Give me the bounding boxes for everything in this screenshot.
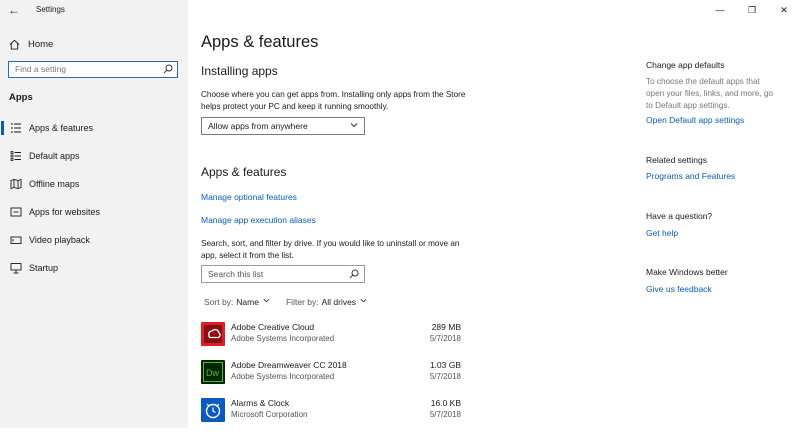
minimize-button[interactable]: — [704,0,736,20]
app-name: Adobe Dreamweaver CC 2018 [231,360,347,370]
app-name: Adobe Creative Cloud [231,322,315,332]
app-list-search-input[interactable] [202,266,348,282]
app-size: 289 MB [431,322,461,332]
sidebar-item-label: Offline maps [29,179,80,189]
apps-features-icon [11,123,21,133]
sidebar-item-startup[interactable]: Startup [0,254,188,282]
app-name: Alarms & Clock [231,398,290,408]
close-button[interactable]: ✕ [768,0,800,20]
chevron-down-icon [350,121,358,131]
sort-by-value: Name [236,297,259,307]
list-item[interactable]: Dw Adobe Dreamweaver CC 2018 Adobe Syste… [201,360,461,398]
adobe-creative-cloud-icon [201,322,225,346]
have-a-question-heading: Have a question? [646,211,713,221]
nav-home-label: Home [28,38,54,50]
filter-by-key: Filter by: [285,297,319,307]
sidebar-item-label: Video playback [29,235,90,245]
nav-home[interactable]: Home [9,36,53,52]
sidebar-nav: Apps & features Default apps Offline map… [0,114,188,282]
window-controls: — ❐ ✕ [704,0,800,20]
title-bar: ← Settings [0,0,188,22]
app-date: 5/7/2018 [429,372,461,381]
programs-and-features-link[interactable]: Programs and Features [646,171,735,181]
related-settings-heading: Related settings [646,155,707,165]
dropdown-value: Allow apps from anywhere [208,121,308,131]
video-playback-icon [10,236,22,244]
default-apps-icon [10,151,21,161]
sidebar-item-apps-features[interactable]: Apps & features [0,114,188,142]
app-size: 16.0 KB [430,398,461,408]
alarms-clock-icon [201,398,225,422]
give-us-feedback-link[interactable]: Give us feedback [646,284,712,294]
app-list-search[interactable] [201,265,365,283]
apps-for-websites-icon [10,207,22,217]
sidebar-item-video-playback[interactable]: Video playback [0,226,188,254]
sidebar-section-label: Apps [9,92,33,103]
app-size: 1.03 GB [429,360,461,370]
app-publisher: Microsoft Corporation [231,410,308,419]
sidebar-item-default-apps[interactable]: Default apps [0,142,188,170]
list-item[interactable]: Alarms & Clock Microsoft Corporation 16.… [201,398,461,436]
maximize-button[interactable]: ❐ [736,0,768,20]
change-app-defaults-text: To choose the default apps that open you… [646,77,773,110]
list-item[interactable]: Adobe Creative Cloud Adobe Systems Incor… [201,322,461,360]
startup-icon [10,263,22,274]
sort-filter-bar: Sort by: Name Filter by: All drives [204,297,367,307]
sidebar-item-offline-maps[interactable]: Offline maps [0,170,188,198]
home-icon [9,39,20,50]
chevron-down-icon [360,297,367,307]
search-icon[interactable] [163,64,173,74]
filter-by-value: All drives [321,297,357,307]
svg-text:Dw: Dw [206,368,219,378]
settings-search[interactable] [8,61,178,78]
install-source-dropdown[interactable]: Allow apps from anywhere [201,117,365,135]
sidebar-item-label: Default apps [29,151,80,161]
settings-search-input[interactable] [9,62,165,76]
sidebar-item-label: Apps & features [29,123,94,133]
search-icon[interactable] [349,269,359,279]
app-date: 5/7/2018 [429,334,461,343]
installing-apps-description: Choose where you can get apps from. Inst… [201,90,466,111]
apps-features-heading: Apps & features [201,165,287,179]
get-help-link[interactable]: Get help [646,228,678,238]
app-publisher: Adobe Systems Incorporated [231,372,335,381]
app-publisher: Adobe Systems Incorporated [231,334,335,343]
chevron-down-icon [263,297,270,307]
search-sort-description: Search, sort, and filter by drive. If yo… [201,239,460,260]
sidebar-item-label: Apps for websites [29,207,101,217]
page-title: Apps & features [201,33,319,51]
app-date: 5/7/2018 [429,410,461,419]
back-arrow-icon[interactable]: ← [8,3,20,17]
filter-by-control[interactable]: Filter by: All drives [286,297,367,307]
manage-optional-features-link[interactable]: Manage optional features [201,192,297,202]
main-content: Apps & features Installing apps Choose w… [188,0,618,428]
open-default-app-settings-link[interactable]: Open Default app settings [646,115,744,125]
change-app-defaults-heading: Change app defaults [646,60,725,70]
sidebar: ← Settings Home Apps Apps & features [0,0,188,428]
installing-apps-heading: Installing apps [201,64,278,78]
dreamweaver-icon: Dw [201,360,225,384]
offline-maps-icon [10,178,22,190]
make-windows-better-heading: Make Windows better [646,267,728,277]
sort-by-key: Sort by: [204,297,234,307]
app-list: Adobe Creative Cloud Adobe Systems Incor… [201,322,461,436]
window-title: Settings [36,5,65,14]
manage-app-execution-aliases-link[interactable]: Manage app execution aliases [201,215,316,225]
sidebar-item-label: Startup [29,263,59,273]
sort-by-control[interactable]: Sort by: Name [204,297,270,307]
sidebar-item-apps-for-websites[interactable]: Apps for websites [0,198,188,226]
